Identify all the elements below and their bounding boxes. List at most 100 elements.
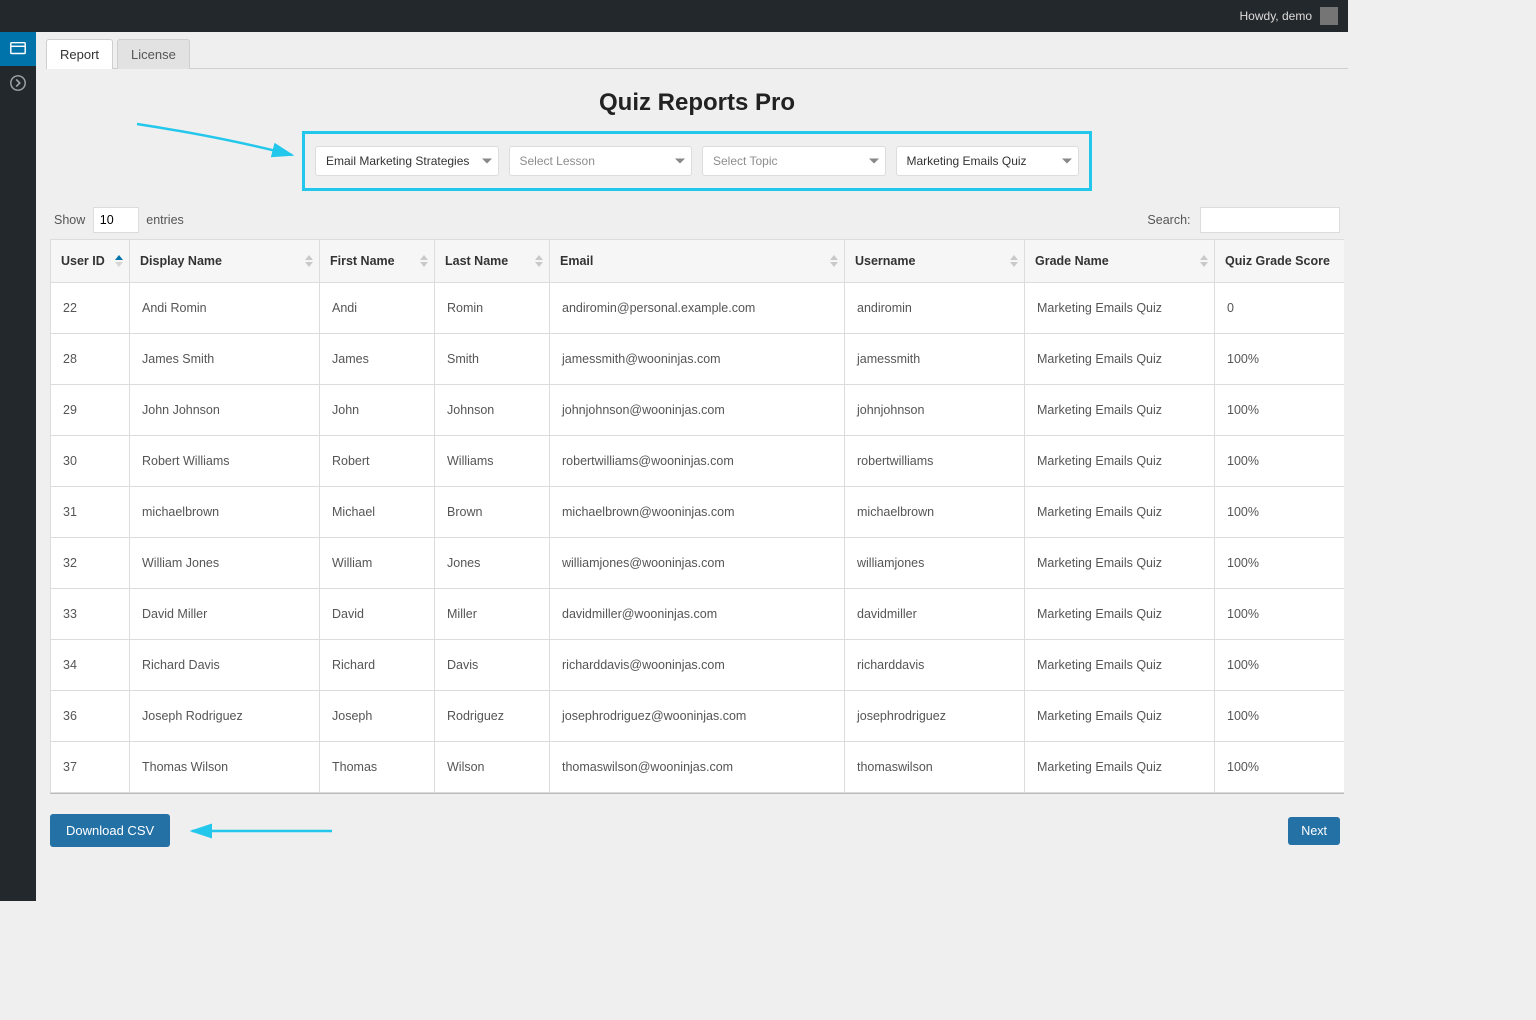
table-row: 34Richard DavisRichardDavisricharddavis@… (50, 640, 1344, 691)
select-course[interactable]: Email Marketing Strategies (315, 146, 499, 176)
col-grade-name[interactable]: Grade Name (1025, 239, 1215, 283)
sidebar-item-collapse[interactable] (0, 66, 36, 100)
bottom-actions: Download CSV Next (50, 814, 1340, 847)
sort-icon (1200, 255, 1208, 267)
col-quiz-grade-score-label: Quiz Grade Score (1225, 254, 1330, 268)
sort-icon (305, 255, 313, 267)
table-row: 37Thomas WilsonThomasWilsonthomaswilson@… (50, 742, 1344, 793)
col-display-name-label: Display Name (140, 254, 222, 268)
chevron-right-icon (9, 74, 27, 92)
cell-display-name: William Jones (130, 538, 320, 589)
cell-quiz-grade-score: 100% (1215, 385, 1344, 436)
cell-user-id: 33 (50, 589, 130, 640)
col-grade-name-label: Grade Name (1035, 254, 1109, 268)
cell-username: michaelbrown (845, 487, 1025, 538)
cell-grade-name: Marketing Emails Quiz (1025, 436, 1215, 487)
cell-last-name: Romin (435, 283, 550, 334)
col-display-name[interactable]: Display Name (130, 239, 320, 283)
cell-display-name: David Miller (130, 589, 320, 640)
tab-license[interactable]: License (117, 39, 190, 69)
col-last-name[interactable]: Last Name (435, 239, 550, 283)
table-controls: Show entries Search: (54, 207, 1340, 233)
cell-first-name: William (320, 538, 435, 589)
tab-license-label: License (131, 47, 176, 62)
select-topic[interactable]: Select Topic (702, 146, 886, 176)
caret-down-icon (1062, 159, 1072, 164)
cell-user-id: 22 (50, 283, 130, 334)
sort-icon (535, 255, 543, 267)
cell-grade-name: Marketing Emails Quiz (1025, 487, 1215, 538)
select-quiz[interactable]: Marketing Emails Quiz (896, 146, 1080, 176)
cell-first-name: James (320, 334, 435, 385)
col-username[interactable]: Username (845, 239, 1025, 283)
cell-display-name: James Smith (130, 334, 320, 385)
col-email[interactable]: Email (550, 239, 845, 283)
select-course-value: Email Marketing Strategies (326, 154, 469, 168)
col-user-id[interactable]: User ID (50, 239, 130, 283)
show-label-pre: Show (54, 213, 85, 227)
user-avatar-icon[interactable] (1320, 7, 1338, 25)
cell-grade-name: Marketing Emails Quiz (1025, 283, 1215, 334)
select-lesson[interactable]: Select Lesson (509, 146, 693, 176)
filter-box: Email Marketing Strategies Select Lesson… (302, 131, 1092, 191)
table-row: 29John JohnsonJohnJohnsonjohnjohnson@woo… (50, 385, 1344, 436)
col-quiz-grade-score[interactable]: Quiz Grade Score (1215, 239, 1344, 283)
cell-username: williamjones (845, 538, 1025, 589)
cell-username: robertwilliams (845, 436, 1025, 487)
cell-email: jamessmith@wooninjas.com (550, 334, 845, 385)
cell-user-id: 32 (50, 538, 130, 589)
cell-last-name: Miller (435, 589, 550, 640)
cell-last-name: Brown (435, 487, 550, 538)
col-first-name-label: First Name (330, 254, 395, 268)
admin-sidebar (0, 32, 36, 901)
cell-last-name: Davis (435, 640, 550, 691)
col-email-label: Email (560, 254, 593, 268)
cell-last-name: Johnson (435, 385, 550, 436)
sort-icon (830, 255, 838, 267)
results-table-wrap[interactable]: User ID Display Name First Name Last Nam… (50, 239, 1344, 794)
cell-email: johnjohnson@wooninjas.com (550, 385, 845, 436)
cell-username: thomaswilson (845, 742, 1025, 793)
sidebar-item-current[interactable] (0, 32, 36, 66)
cell-user-id: 28 (50, 334, 130, 385)
sort-icon (1010, 255, 1018, 267)
next-button[interactable]: Next (1288, 817, 1340, 845)
cell-quiz-grade-score: 0 (1215, 283, 1344, 334)
cell-last-name: Jones (435, 538, 550, 589)
show-entries: Show entries (54, 207, 184, 233)
cell-grade-name: Marketing Emails Quiz (1025, 742, 1215, 793)
cell-quiz-grade-score: 100% (1215, 691, 1344, 742)
tab-report-label: Report (60, 47, 99, 62)
cell-email: robertwilliams@wooninjas.com (550, 436, 845, 487)
download-csv-button[interactable]: Download CSV (50, 814, 170, 847)
cell-user-id: 29 (50, 385, 130, 436)
cell-grade-name: Marketing Emails Quiz (1025, 691, 1215, 742)
cell-user-id: 37 (50, 742, 130, 793)
entries-input[interactable] (93, 207, 139, 233)
col-first-name[interactable]: First Name (320, 239, 435, 283)
cell-quiz-grade-score: 100% (1215, 334, 1344, 385)
cell-display-name: Joseph Rodriguez (130, 691, 320, 742)
table-row: 30Robert WilliamsRobertWilliamsrobertwil… (50, 436, 1344, 487)
annotation-arrow-download (184, 819, 334, 843)
table-row: 33David MillerDavidMillerdavidmiller@woo… (50, 589, 1344, 640)
cell-username: davidmiller (845, 589, 1025, 640)
main-content: Report License Quiz Reports Pro Email Ma… (36, 32, 1348, 901)
cell-last-name: Wilson (435, 742, 550, 793)
search-input[interactable] (1200, 207, 1340, 233)
caret-down-icon (675, 159, 685, 164)
cell-display-name: Thomas Wilson (130, 742, 320, 793)
table-header-row: User ID Display Name First Name Last Nam… (50, 239, 1344, 283)
cell-user-id: 34 (50, 640, 130, 691)
cell-quiz-grade-score: 100% (1215, 640, 1344, 691)
cell-email: richarddavis@wooninjas.com (550, 640, 845, 691)
search-wrap: Search: (1147, 207, 1340, 233)
tab-report[interactable]: Report (46, 39, 113, 69)
cell-last-name: Rodriguez (435, 691, 550, 742)
page-scrollbar[interactable] (1336, 32, 1348, 901)
download-csv-label: Download CSV (66, 823, 154, 838)
tab-bar: Report License (46, 38, 1348, 69)
cell-user-id: 31 (50, 487, 130, 538)
cell-user-id: 30 (50, 436, 130, 487)
howdy-text[interactable]: Howdy, demo (1240, 9, 1312, 23)
